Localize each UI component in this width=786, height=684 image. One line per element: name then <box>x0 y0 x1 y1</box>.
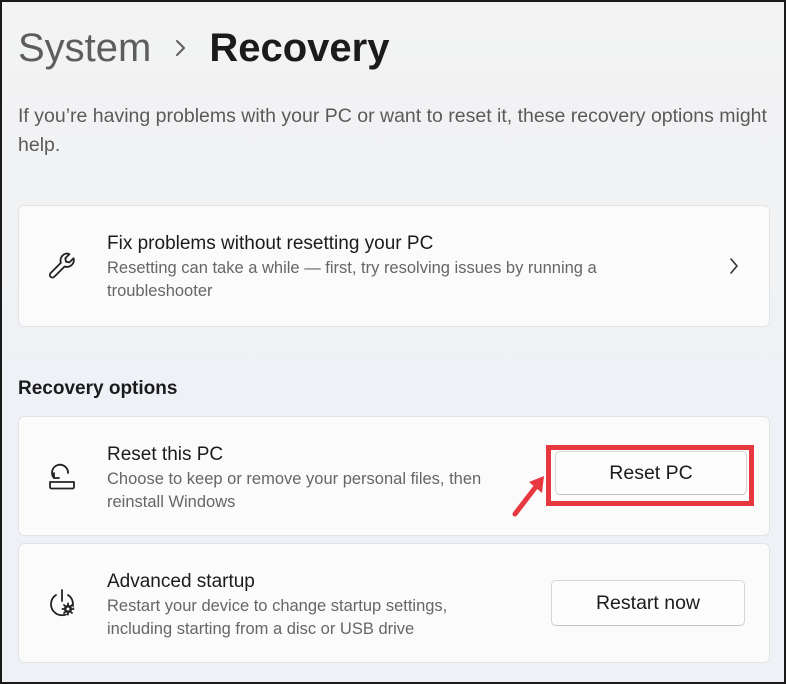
reset-pc-icon <box>45 459 79 493</box>
reset-pc-title: Reset this PC <box>107 444 224 465</box>
breadcrumb: System Recovery <box>18 24 389 72</box>
breadcrumb-system-link[interactable]: System <box>18 24 151 72</box>
reset-pc-button[interactable]: Reset PC <box>555 451 747 495</box>
pointer-arrow-icon <box>506 472 548 525</box>
reset-pc-card: Reset this PC Choose to keep or remove y… <box>18 416 770 536</box>
reset-pc-text: Reset this PC Choose to keep or remove y… <box>107 443 507 514</box>
chevron-right-icon <box>175 39 187 57</box>
page-description: If you’re having problems with your PC o… <box>18 105 767 156</box>
reset-pc-description: Choose to keep or remove your personal f… <box>107 470 482 511</box>
advanced-startup-title: Advanced startup <box>107 571 255 592</box>
advanced-startup-description: Restart your device to change startup se… <box>107 597 448 638</box>
chevron-right-icon <box>729 257 739 275</box>
recovery-options-heading: Recovery options <box>18 378 178 399</box>
fix-problems-title: Fix problems without resetting your PC <box>107 233 434 254</box>
advanced-startup-text: Advanced startup Restart your device to … <box>107 570 507 641</box>
restart-now-button[interactable]: Restart now <box>551 580 745 626</box>
fix-problems-text: Fix problems without resetting your PC R… <box>107 232 667 303</box>
power-settings-icon <box>45 586 79 620</box>
advanced-startup-card: Advanced startup Restart your device to … <box>18 543 770 663</box>
fix-problems-description: Resetting can take a while — first, try … <box>107 259 597 300</box>
fix-problems-card[interactable]: Fix problems without resetting your PC R… <box>18 205 770 327</box>
page-title: Recovery <box>209 26 390 70</box>
wrench-icon <box>45 249 79 283</box>
